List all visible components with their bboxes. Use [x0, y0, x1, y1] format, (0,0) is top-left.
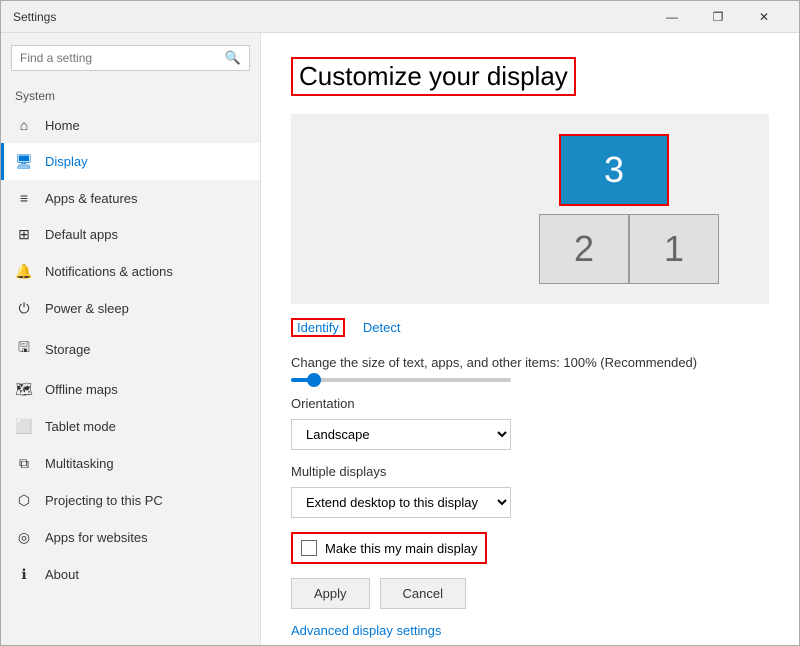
- search-box[interactable]: 🔍: [11, 45, 250, 71]
- sidebar-item-label: Default apps: [45, 227, 118, 242]
- apps-websites-icon: ◎: [15, 529, 33, 546]
- main-display-label: Make this my main display: [325, 541, 477, 556]
- power-icon: ⏻: [15, 300, 33, 317]
- identify-link[interactable]: Identify: [291, 318, 345, 337]
- display-preview-area: 3 2 1: [291, 114, 769, 304]
- right-panel: Customize your display 3 2 1: [261, 33, 799, 645]
- sidebar-item-label: Apps for websites: [45, 530, 148, 545]
- action-buttons-row: Apply Cancel: [291, 578, 769, 609]
- sidebar-item-label: Projecting to this PC: [45, 493, 163, 508]
- projecting-icon: ⬡: [15, 492, 33, 509]
- close-button[interactable]: ✕: [741, 1, 787, 33]
- sidebar-item-notifications[interactable]: 🔔 Notifications & actions: [1, 253, 260, 290]
- text-size-label: Change the size of text, apps, and other…: [291, 355, 769, 370]
- sidebar-item-label: Display: [45, 154, 88, 169]
- about-icon: ℹ: [15, 566, 33, 583]
- sidebar-item-default-apps[interactable]: ⊞ Default apps: [1, 216, 260, 253]
- sidebar-item-label: Tablet mode: [45, 419, 116, 434]
- settings-window: Settings — ❐ ✕ 🔍 System ⌂ Home 🖥 Display: [0, 0, 800, 646]
- sidebar-item-label: About: [45, 567, 79, 582]
- text-size-slider-container: [291, 378, 769, 382]
- monitor-1-block[interactable]: 1: [629, 214, 719, 284]
- multiple-displays-label: Multiple displays: [291, 464, 769, 479]
- maps-icon: 🗺: [15, 381, 33, 398]
- main-content: 🔍 System ⌂ Home 🖥 Display ≡ Apps & featu…: [1, 33, 799, 645]
- default-apps-icon: ⊞: [15, 226, 33, 243]
- sidebar-item-offline-maps[interactable]: 🗺 Offline maps: [1, 371, 260, 408]
- sidebar-item-label: Power & sleep: [45, 301, 129, 316]
- orientation-select[interactable]: Landscape Portrait Landscape (flipped) P…: [291, 419, 511, 450]
- sidebar-item-display[interactable]: 🖥 Display: [1, 143, 260, 180]
- sidebar-item-apps-websites[interactable]: ◎ Apps for websites: [1, 519, 260, 556]
- storage-icon: 🖫: [15, 337, 33, 361]
- display-preview-wrapper: 3 2 1: [311, 124, 749, 294]
- apply-button[interactable]: Apply: [291, 578, 370, 609]
- titlebar: Settings — ❐ ✕: [1, 1, 799, 33]
- sidebar-item-home[interactable]: ⌂ Home: [1, 107, 260, 143]
- sidebar-item-label: Offline maps: [45, 382, 118, 397]
- notifications-icon: 🔔: [15, 263, 33, 280]
- slider-track[interactable]: [291, 378, 511, 382]
- sidebar-item-label: Storage: [45, 342, 91, 357]
- sidebar-item-storage[interactable]: 🖫 Storage: [1, 327, 260, 371]
- identify-detect-row: Identify Detect: [291, 318, 769, 337]
- multiple-displays-select[interactable]: Extend desktop to this display Duplicate…: [291, 487, 511, 518]
- window-controls: — ❐ ✕: [649, 1, 787, 33]
- search-icon: 🔍: [225, 50, 241, 66]
- maximize-button[interactable]: ❐: [695, 1, 741, 33]
- monitor-3-block[interactable]: 3: [559, 134, 669, 206]
- display-icon: 🖥: [15, 153, 33, 170]
- multiple-displays-setting: Multiple displays Extend desktop to this…: [291, 464, 769, 518]
- orientation-setting: Orientation Landscape Portrait Landscape…: [291, 396, 769, 450]
- sidebar-item-about[interactable]: ℹ About: [1, 556, 260, 593]
- advanced-display-settings-link[interactable]: Advanced display settings: [291, 623, 441, 638]
- sidebar-item-tablet-mode[interactable]: ⬜ Tablet mode: [1, 408, 260, 445]
- monitor-2-label: 2: [574, 228, 594, 270]
- system-label: System: [1, 83, 260, 107]
- monitor-3-label: 3: [604, 149, 624, 191]
- monitor-2-block[interactable]: 2: [539, 214, 629, 284]
- cancel-button[interactable]: Cancel: [380, 578, 466, 609]
- monitors-bottom-row: 2 1: [539, 214, 719, 284]
- sidebar-item-label: Apps & features: [45, 191, 138, 206]
- page-title: Customize your display: [291, 57, 576, 96]
- orientation-label: Orientation: [291, 396, 769, 411]
- sidebar-item-label: Multitasking: [45, 456, 114, 471]
- multitasking-icon: ⧉: [15, 455, 33, 472]
- monitor-1-label: 1: [664, 228, 684, 270]
- sidebar-item-power-sleep[interactable]: ⏻ Power & sleep: [1, 290, 260, 327]
- home-icon: ⌂: [15, 117, 33, 133]
- sidebar-item-apps-features[interactable]: ≡ Apps & features: [1, 180, 260, 216]
- text-size-setting: Change the size of text, apps, and other…: [291, 355, 769, 382]
- slider-thumb[interactable]: [307, 373, 321, 387]
- sidebar-item-label: Notifications & actions: [45, 264, 173, 279]
- minimize-button[interactable]: —: [649, 1, 695, 33]
- search-input[interactable]: [20, 51, 225, 65]
- sidebar-item-multitasking[interactable]: ⧉ Multitasking: [1, 445, 260, 482]
- sidebar: 🔍 System ⌂ Home 🖥 Display ≡ Apps & featu…: [1, 33, 261, 645]
- main-display-checkbox-row[interactable]: Make this my main display: [291, 532, 487, 564]
- sidebar-item-projecting[interactable]: ⬡ Projecting to this PC: [1, 482, 260, 519]
- sidebar-item-label: Home: [45, 118, 80, 133]
- detect-link[interactable]: Detect: [361, 318, 403, 337]
- apps-features-icon: ≡: [15, 190, 33, 206]
- window-title: Settings: [13, 10, 56, 24]
- tablet-icon: ⬜: [15, 418, 33, 435]
- main-display-checkbox[interactable]: [301, 540, 317, 556]
